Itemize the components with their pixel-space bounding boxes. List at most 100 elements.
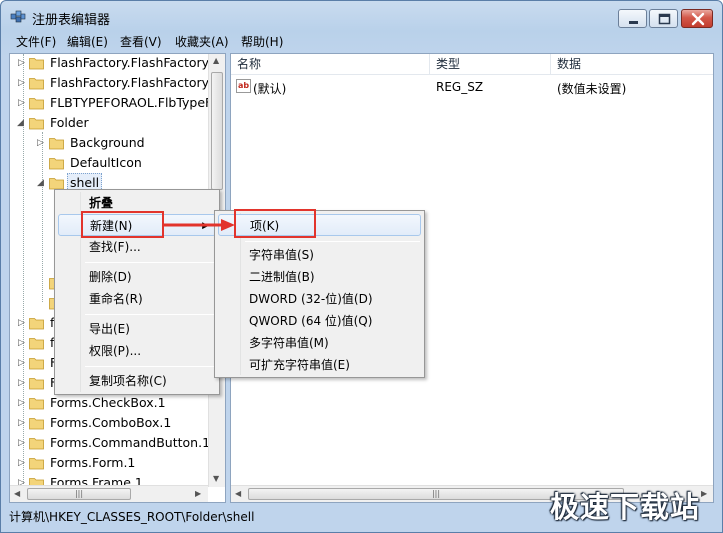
expand-arrow-icon[interactable]: ▷ <box>18 433 28 453</box>
tree-item-label: FlashFactory.FlashFactory <box>50 55 210 70</box>
annotation-highlight-new <box>81 211 164 238</box>
tree-item[interactable]: ▷ Forms.Form.1 <box>10 453 210 473</box>
tree-item[interactable]: ▷ Forms.CheckBox.1 <box>10 393 210 413</box>
submenu-item-qword-value[interactable]: QWORD (64 位)值(Q) <box>218 310 421 332</box>
regedit-app-icon <box>10 10 26 23</box>
folder-icon <box>29 358 44 370</box>
expand-arrow-icon[interactable]: ▷ <box>18 413 28 433</box>
submenu-item-expandable-string-value[interactable]: 可扩充字符串值(E) <box>218 354 421 376</box>
tree-item-label: Forms.CommandButton.1 <box>50 435 211 450</box>
submenu-item-multi-string-value[interactable]: 多字符串值(M) <box>218 332 421 354</box>
folder-icon <box>29 58 44 70</box>
submenu-item-binary-value[interactable]: 二进制值(B) <box>218 266 421 288</box>
folder-icon <box>29 98 44 110</box>
expand-arrow-icon[interactable]: ▷ <box>18 54 28 73</box>
column-header-type[interactable]: 类型 <box>430 54 551 74</box>
tree-item-label: Folder <box>50 115 89 130</box>
tree-item-label: FLBTYPEFORAOL.FlbTypeFo <box>50 95 220 110</box>
tree-item-label: Forms.CheckBox.1 <box>50 395 166 410</box>
menu-edit[interactable]: 编辑(E) <box>67 33 108 50</box>
string-value-icon: ab <box>236 79 251 93</box>
scrollbar-thumb[interactable] <box>211 72 223 190</box>
expand-arrow-icon[interactable]: ▷ <box>18 313 28 333</box>
folder-open-icon <box>49 178 64 190</box>
scroll-down-arrow-icon[interactable]: ▼ <box>213 474 219 483</box>
tree-item[interactable]: DefaultIcon <box>10 153 210 173</box>
menu-separator <box>85 262 215 263</box>
maximize-button[interactable] <box>649 9 678 28</box>
menu-favorites[interactable]: 收藏夹(A) <box>175 33 229 50</box>
list-row[interactable]: ab (默认) REG_SZ (数值未设置) <box>231 78 713 98</box>
minimize-icon <box>629 21 638 24</box>
folder-icon <box>49 158 64 170</box>
folder-icon <box>29 338 44 350</box>
tree-item-label: FlashFactory.FlashFactory.1 <box>50 75 220 90</box>
value-data: (数值未设置) <box>557 82 627 96</box>
column-header-data[interactable]: 数据 <box>551 54 713 74</box>
menu-item-rename[interactable]: 重命名(R) <box>58 288 216 310</box>
menu-separator <box>245 241 420 242</box>
annotation-arrow-icon <box>163 219 235 231</box>
watermark-logo: 极速下载站 <box>550 490 701 524</box>
folder-icon <box>49 138 64 150</box>
scroll-left-arrow-icon[interactable]: ◀ <box>14 489 20 498</box>
expand-arrow-icon[interactable]: ▷ <box>18 453 28 473</box>
minimize-button[interactable] <box>618 9 647 28</box>
close-icon <box>691 12 705 26</box>
folder-icon <box>29 318 44 330</box>
expand-arrow-icon[interactable]: ▷ <box>37 133 47 153</box>
menu-item-export[interactable]: 导出(E) <box>58 318 216 340</box>
scroll-right-arrow-icon[interactable]: ▶ <box>701 489 707 498</box>
scrollbar-thumb[interactable]: ||| <box>27 488 131 500</box>
expand-arrow-icon[interactable]: ▷ <box>18 73 28 93</box>
value-type: REG_SZ <box>436 80 484 94</box>
tree-item-label: Background <box>70 135 145 150</box>
menu-view[interactable]: 查看(V) <box>120 33 162 50</box>
menu-item-delete[interactable]: 删除(D) <box>58 266 216 288</box>
tree-item-label: DefaultIcon <box>70 155 142 170</box>
scroll-up-arrow-icon[interactable]: ▲ <box>213 56 219 65</box>
expand-arrow-icon[interactable]: ▷ <box>18 393 28 413</box>
status-key-path: 计算机\HKEY_CLASSES_ROOT\Folder\shell <box>9 510 255 524</box>
close-button[interactable] <box>681 9 713 28</box>
collapse-arrow-icon[interactable]: ◢ <box>37 173 47 193</box>
column-header-name[interactable]: 名称 <box>231 54 430 74</box>
tree-item-label: Forms.ComboBox.1 <box>50 415 172 430</box>
scroll-right-arrow-icon[interactable]: ▶ <box>195 489 201 498</box>
submenu-item-string-value[interactable]: 字符串值(S) <box>218 244 421 266</box>
menu-bar: 文件(F) 编辑(E) 查看(V) 收藏夹(A) 帮助(H) <box>9 31 714 51</box>
tree-item-label: Forms.Form.1 <box>50 455 136 470</box>
tree-item[interactable]: ▷ FLBTYPEFORAOL.FlbTypeFo <box>10 93 219 113</box>
menu-item-permissions[interactable]: 权限(P)... <box>58 340 216 362</box>
collapse-arrow-icon[interactable]: ◢ <box>17 113 27 133</box>
menu-file[interactable]: 文件(F) <box>16 33 56 50</box>
tree-item[interactable]: ▷ Background <box>10 133 210 153</box>
folder-icon <box>29 458 44 470</box>
submenu-item-dword-value[interactable]: DWORD (32-位)值(D) <box>218 288 421 310</box>
folder-icon <box>29 418 44 430</box>
window-title: 注册表编辑器 <box>32 13 111 28</box>
tree-item[interactable]: ▷ FlashFactory.FlashFactory.1 <box>10 73 219 93</box>
tree-item[interactable]: ▷ FlashFactory.FlashFactory <box>10 54 210 73</box>
tree-item-folder[interactable]: ◢ Folder <box>10 113 210 133</box>
expand-arrow-icon[interactable]: ▷ <box>18 93 28 113</box>
annotation-highlight-key <box>234 209 316 238</box>
menu-item-copy-key-name[interactable]: 复制项名称(C) <box>58 370 216 392</box>
expand-arrow-icon[interactable]: ▷ <box>18 333 28 353</box>
tree-item[interactable]: ▷ Forms.ComboBox.1 <box>10 413 210 433</box>
maximize-icon <box>658 13 671 25</box>
expand-arrow-icon[interactable]: ▷ <box>18 353 28 373</box>
menu-help[interactable]: 帮助(H) <box>241 33 283 50</box>
tree-horizontal-scrollbar[interactable]: ◀ ||| ▶ <box>10 485 208 502</box>
menu-separator <box>85 366 215 367</box>
folder-icon <box>29 78 44 90</box>
expand-arrow-icon[interactable]: ▷ <box>18 373 28 393</box>
registry-editor-window: 注册表编辑器 文件(F) 编辑(E) 查看(V) 收藏夹(A) 帮助(H) ▷ … <box>0 0 723 533</box>
tree-item[interactable]: ▷ Forms.CommandButton.1 <box>10 433 210 453</box>
menu-separator <box>85 314 215 315</box>
title-bar[interactable]: 注册表编辑器 <box>1 1 722 31</box>
folder-icon <box>29 438 44 450</box>
menu-item-find[interactable]: 查找(F)... <box>58 236 216 258</box>
value-name: (默认) <box>253 82 287 96</box>
scroll-left-arrow-icon[interactable]: ◀ <box>235 489 241 498</box>
